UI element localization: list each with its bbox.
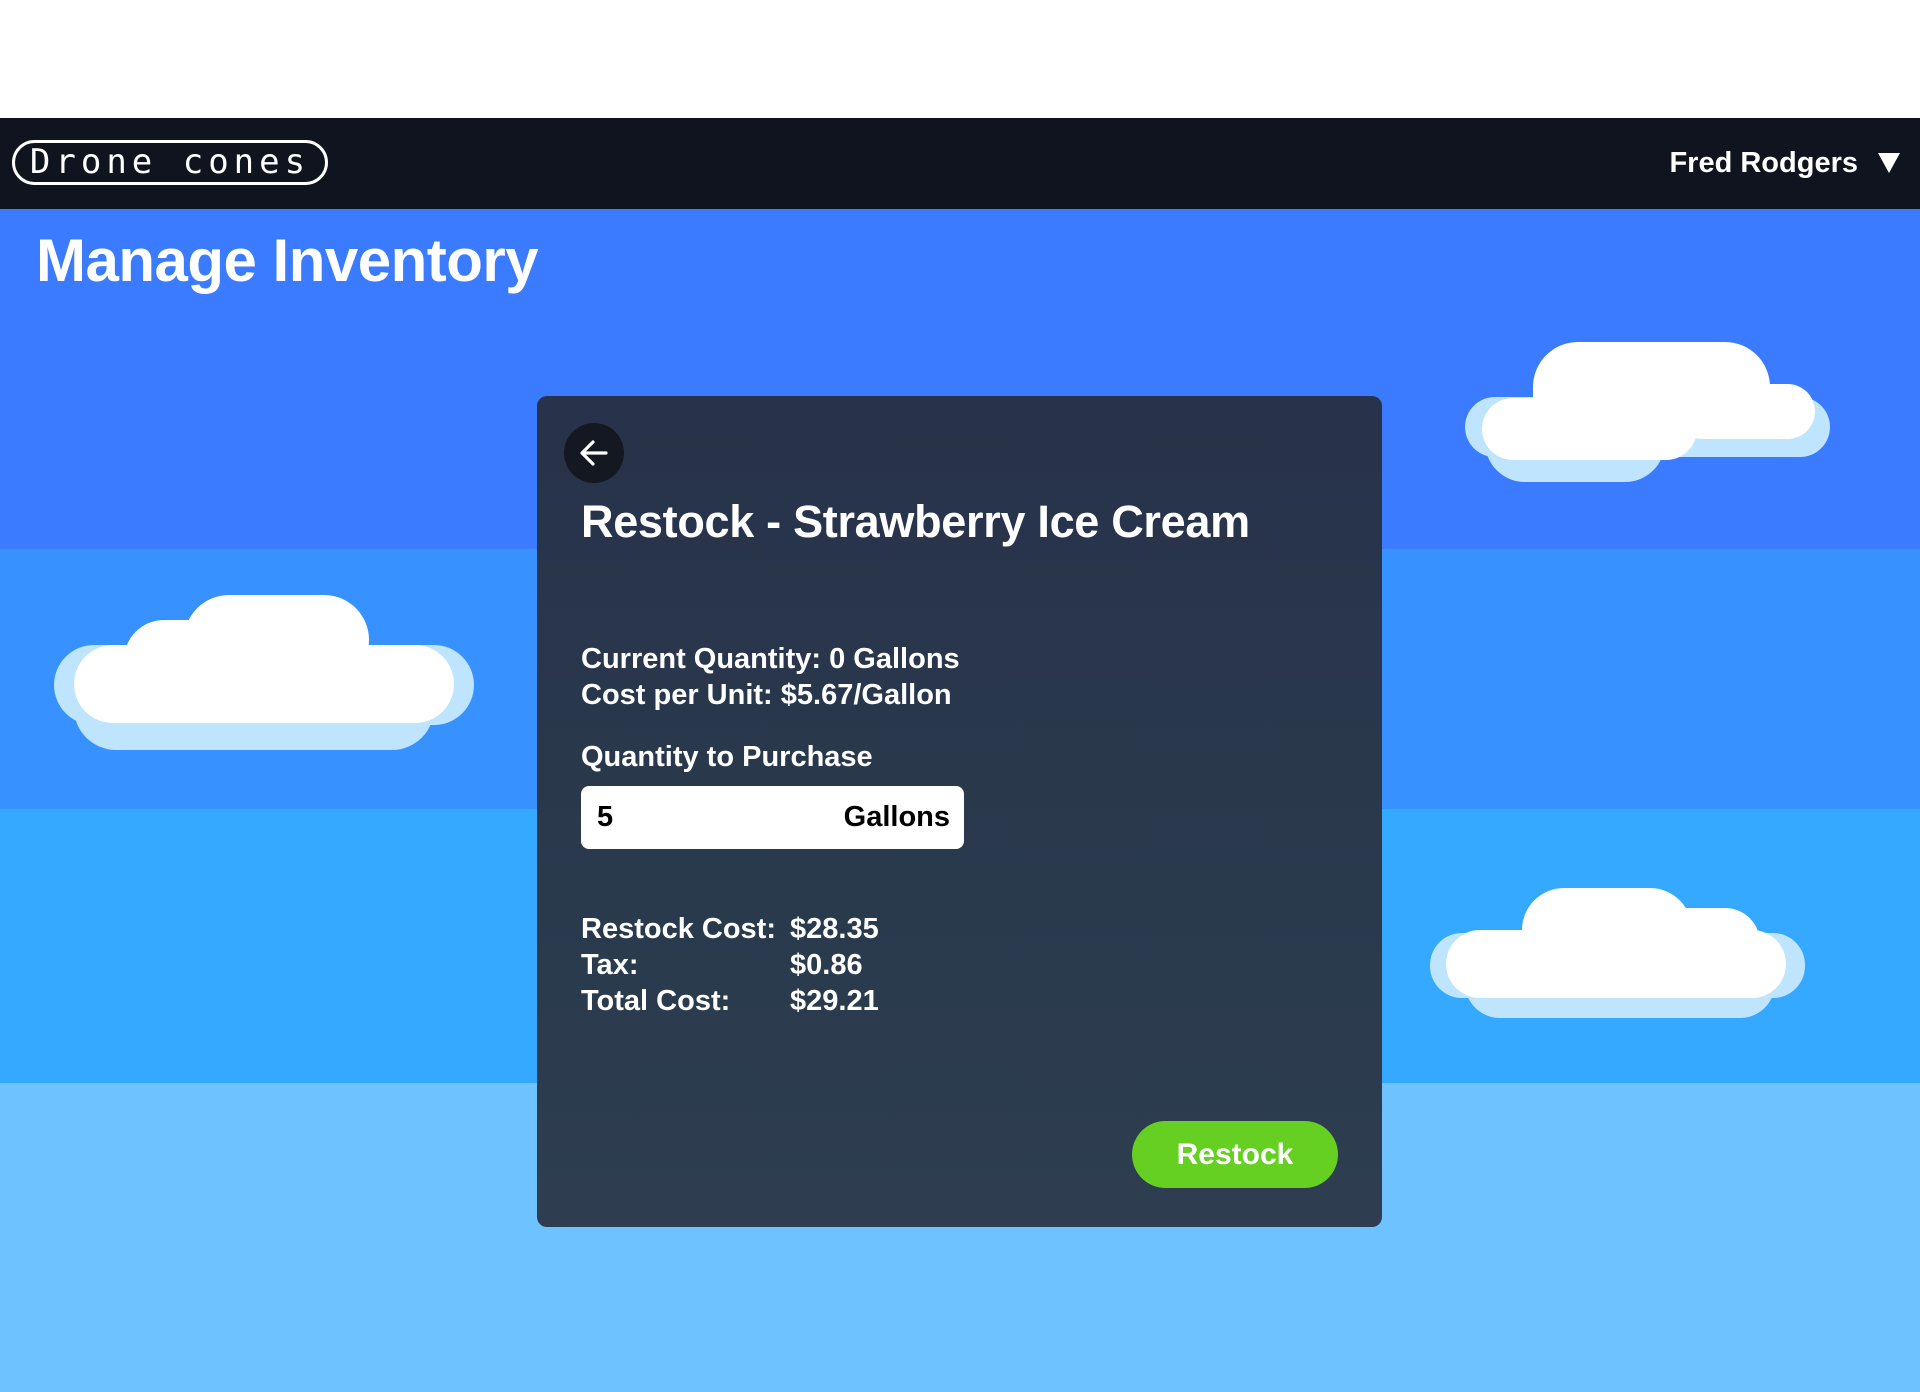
cost-row-total: Total Cost: $29.21 bbox=[581, 983, 879, 1019]
arrow-left-icon bbox=[580, 440, 608, 466]
logo[interactable]: Drone cones bbox=[12, 140, 328, 185]
top-blank-area bbox=[0, 0, 1920, 118]
cost-row-tax: Tax: $0.86 bbox=[581, 947, 879, 983]
dialog-title: Restock - Strawberry Ice Cream bbox=[581, 496, 1250, 547]
restock-dialog: Restock - Strawberry Ice Cream Current Q… bbox=[537, 396, 1382, 1227]
cost-value: $0.86 bbox=[790, 949, 863, 981]
item-info: Current Quantity: 0 Gallons Cost per Uni… bbox=[581, 641, 960, 713]
quantity-unit: Gallons bbox=[843, 801, 950, 833]
user-menu[interactable]: Fred Rodgers bbox=[1669, 141, 1900, 186]
cloud-icon bbox=[1430, 888, 1805, 1018]
restock-button[interactable]: Restock bbox=[1132, 1121, 1338, 1188]
quantity-input[interactable] bbox=[597, 801, 777, 834]
current-quantity: Current Quantity: 0 Gallons bbox=[581, 643, 960, 675]
cost-label: Total Cost: bbox=[581, 985, 731, 1017]
cost-value: $29.21 bbox=[790, 985, 879, 1017]
cost-summary: Restock Cost: $28.35 Tax: $0.86 Total Co… bbox=[581, 911, 879, 1019]
cost-value: $28.35 bbox=[790, 913, 879, 945]
back-button[interactable] bbox=[564, 423, 624, 483]
user-name[interactable]: Fred Rodgers bbox=[1669, 147, 1858, 180]
chevron-down-icon[interactable] bbox=[1878, 152, 1900, 173]
cost-label: Tax: bbox=[581, 949, 639, 981]
cost-row-restock: Restock Cost: $28.35 bbox=[581, 911, 879, 947]
cloud-icon bbox=[1465, 342, 1830, 482]
cost-label: Restock Cost: bbox=[581, 913, 776, 945]
quantity-label: Quantity to Purchase bbox=[581, 741, 873, 773]
page-title: Manage Inventory bbox=[36, 227, 539, 294]
cost-per-unit: Cost per Unit: $5.67/Gallon bbox=[581, 679, 952, 711]
cloud-icon bbox=[54, 595, 474, 750]
quantity-field[interactable]: Gallons bbox=[581, 786, 964, 849]
